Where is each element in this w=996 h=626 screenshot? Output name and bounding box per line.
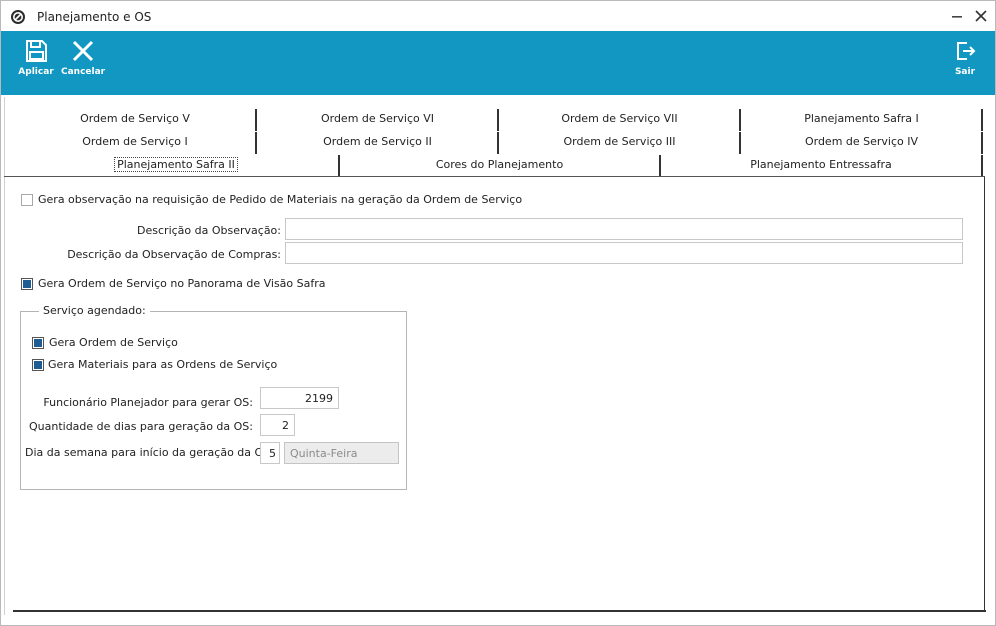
tab-planejamento-safra-i[interactable]: Planejamento Safra I xyxy=(741,109,982,129)
dia-semana-name-field xyxy=(284,442,399,464)
tab-ordem-servico-vi[interactable]: Ordem de Serviço VI xyxy=(257,109,498,129)
cancel-label: Cancelar xyxy=(61,67,106,77)
window-title: Planejamento e OS xyxy=(37,10,152,24)
toolbar: Aplicar Cancelar Sair xyxy=(1,31,995,95)
tab-separator xyxy=(981,155,983,177)
descricao-observacao-label: Descrição da Observação: xyxy=(137,224,281,237)
exit-icon xyxy=(957,42,976,60)
quantidade-dias-label: Quantidade de dias para geração da OS: xyxy=(28,420,253,433)
apply-button[interactable]: Aplicar xyxy=(17,39,55,89)
gera-os-panorama-label: Gera Ordem de Serviço no Panorama de Vis… xyxy=(38,277,326,290)
servico-agendado-title: Serviço agendado: xyxy=(39,304,150,317)
descricao-observacao-compras-input[interactable] xyxy=(285,242,963,264)
save-icon xyxy=(26,40,47,62)
tab-separator xyxy=(981,132,983,154)
descricao-observacao-compras-label: Descrição da Observação de Compras: xyxy=(67,248,281,261)
apply-label: Aplicar xyxy=(18,67,54,77)
gera-observacao-label: Gera observação na requisição de Pedido … xyxy=(38,193,523,206)
cancel-x-icon xyxy=(72,40,94,62)
tab-cores-planejamento[interactable]: Cores do Planejamento xyxy=(340,155,659,175)
gera-materiais-checkbox[interactable] xyxy=(32,359,44,371)
tab-ordem-servico-iii[interactable]: Ordem de Serviço III xyxy=(499,132,740,152)
minimize-icon[interactable] xyxy=(947,6,967,26)
descricao-observacao-input[interactable] xyxy=(285,218,963,240)
gera-materiais-label: Gera Materiais para as Ordens de Serviço xyxy=(48,358,278,371)
exit-button[interactable]: Sair xyxy=(949,39,981,89)
tab-panel-top-border xyxy=(4,176,985,177)
gera-os-label: Gera Ordem de Serviço xyxy=(49,336,178,349)
exit-label: Sair xyxy=(954,67,976,77)
quantidade-dias-input[interactable] xyxy=(260,414,295,436)
cancel-button[interactable]: Cancelar xyxy=(61,39,105,89)
title-bar: Planejamento e OS xyxy=(1,1,995,31)
tab-ordem-servico-iv[interactable]: Ordem de Serviço IV xyxy=(741,132,982,152)
app-logo-icon xyxy=(11,10,25,24)
tab-planejamento-entressafra[interactable]: Planejamento Entressafra xyxy=(661,155,981,175)
dia-semana-label: Dia da semana para início da geração da … xyxy=(25,446,274,459)
tab-panel-right-border xyxy=(984,177,985,611)
gera-os-panorama-checkbox[interactable] xyxy=(21,278,33,290)
tab-separator xyxy=(981,109,983,131)
tab-ordem-servico-v[interactable]: Ordem de Serviço V xyxy=(15,109,255,129)
tab-panel-bottom-border xyxy=(13,610,986,612)
tab-ordem-servico-i[interactable]: Ordem de Serviço I xyxy=(15,132,255,152)
gera-os-checkbox[interactable] xyxy=(32,337,44,349)
tab-planejamento-safra-ii[interactable]: Planejamento Safra II xyxy=(15,155,337,175)
funcionario-label: Funcionário Planejador para gerar OS: xyxy=(43,396,253,409)
main-window: Planejamento e OS Aplicar Cancelar Sair … xyxy=(0,0,996,626)
dia-semana-code-input[interactable] xyxy=(260,442,280,464)
gera-observacao-checkbox[interactable] xyxy=(21,194,33,206)
tab-ordem-servico-vii[interactable]: Ordem de Serviço VII xyxy=(499,109,740,129)
funcionario-input[interactable] xyxy=(260,387,339,409)
tab-ordem-servico-ii[interactable]: Ordem de Serviço II xyxy=(257,132,498,152)
close-icon[interactable] xyxy=(971,6,991,26)
